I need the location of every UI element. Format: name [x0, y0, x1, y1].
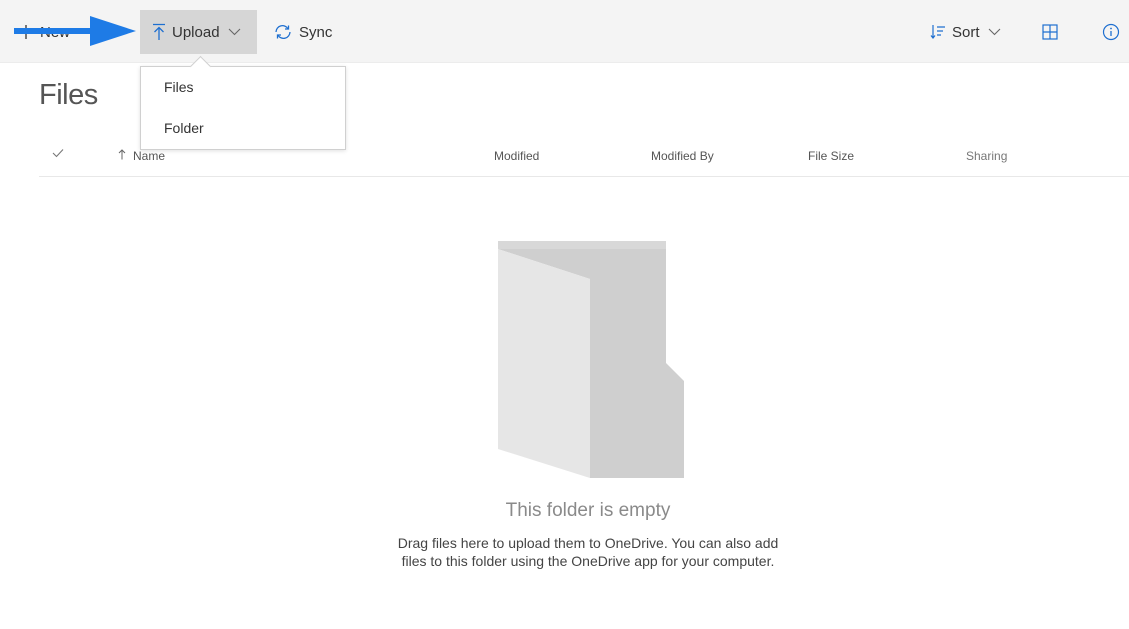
checkmark-icon: [52, 147, 64, 161]
info-icon: [1102, 23, 1120, 41]
empty-folder-icon: [498, 241, 684, 478]
info-button[interactable]: [1102, 10, 1120, 54]
column-header-sharing[interactable]: Sharing: [966, 149, 1007, 163]
column-header-name-label: Name: [133, 149, 166, 163]
select-all-checkbox[interactable]: [52, 147, 64, 161]
upload-arrow-icon: [152, 23, 166, 41]
sync-label: Sync: [299, 23, 333, 41]
sync-icon: [273, 23, 293, 41]
sort-icon: [930, 24, 946, 40]
empty-state-description-line-1: Drag files here to upload them to OneDri…: [397, 535, 779, 551]
view-toggle-button[interactable]: [1042, 10, 1058, 54]
header-divider: [39, 176, 1129, 177]
annotation-arrow-icon: [14, 16, 136, 46]
upload-button[interactable]: Upload: [140, 10, 257, 54]
chevron-down-icon: [988, 28, 1001, 36]
grid-view-icon: [1042, 24, 1058, 40]
menu-item-files[interactable]: Files: [164, 79, 194, 95]
page-title: Files: [39, 79, 98, 111]
command-bar: New Upload Sync Sort: [0, 0, 1129, 63]
empty-state-title: This folder is empty: [505, 500, 671, 521]
column-header-name[interactable]: Name: [118, 149, 165, 163]
column-header-modified-by[interactable]: Modified By: [651, 149, 714, 163]
sort-label: Sort: [952, 23, 980, 41]
column-header-modified[interactable]: Modified: [494, 149, 539, 163]
upload-dropdown-menu: Files Folder: [140, 55, 346, 150]
arrow-up-icon: [118, 149, 126, 163]
empty-state-description-line-2: files to this folder using the OneDrive …: [401, 553, 775, 569]
chevron-down-icon: [228, 28, 241, 36]
sort-button[interactable]: Sort: [930, 10, 1001, 54]
menu-item-folder[interactable]: Folder: [164, 120, 204, 136]
column-header-file-size[interactable]: File Size: [808, 149, 854, 163]
sync-button[interactable]: Sync: [273, 10, 332, 54]
upload-label: Upload: [172, 23, 220, 41]
